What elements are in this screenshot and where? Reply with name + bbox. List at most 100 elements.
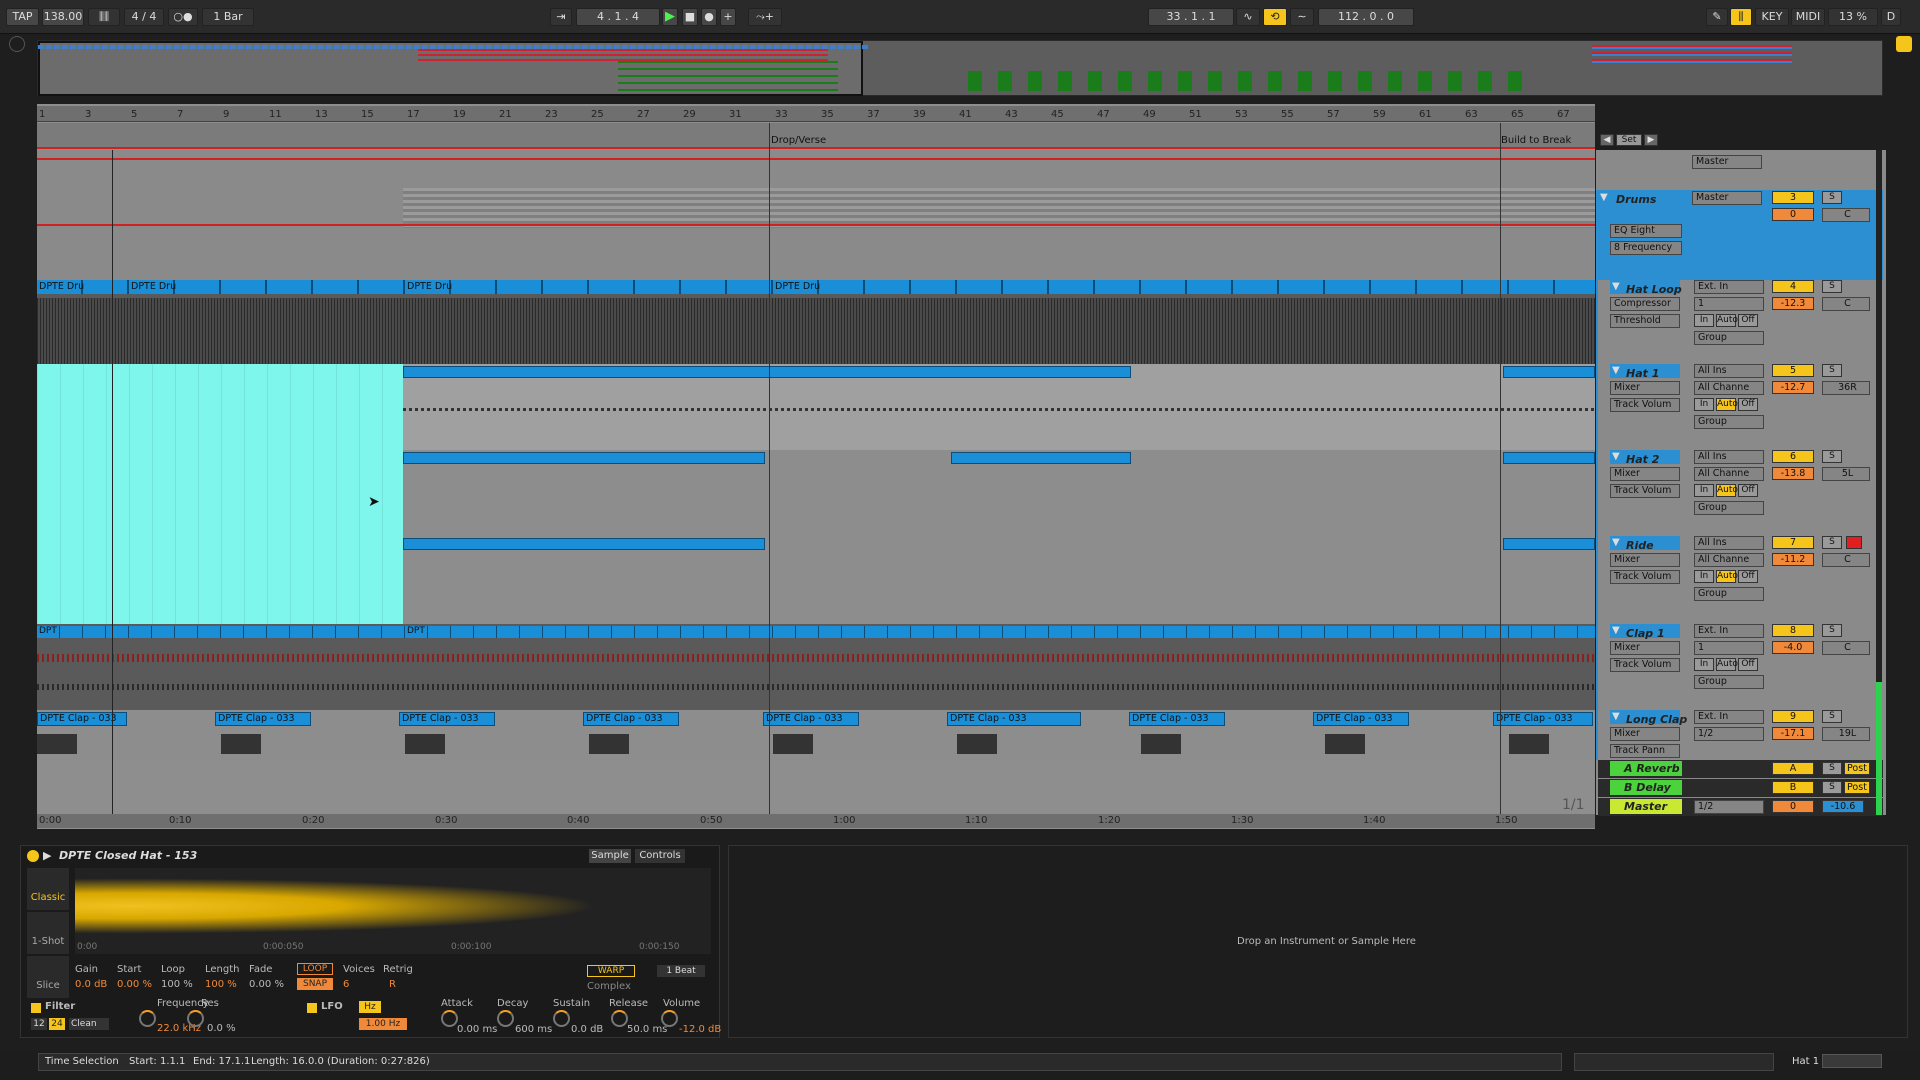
decay-value[interactable]: 600 ms xyxy=(515,1024,552,1035)
lfo-hz-button[interactable]: Hz xyxy=(359,1001,381,1013)
time-signature[interactable]: 4 / 4 xyxy=(124,8,164,26)
quantize-select[interactable]: 1 Bar xyxy=(202,8,254,26)
post-button[interactable]: Post xyxy=(1844,762,1870,775)
hat-loop-track-header[interactable]: ▼ Hat Loop Compressor Threshold Ext. In … xyxy=(1598,280,1883,364)
loop-brace[interactable] xyxy=(37,147,1595,149)
tab-sample[interactable]: Sample xyxy=(589,849,631,863)
device-select[interactable]: Mixer xyxy=(1610,381,1680,395)
volume-value[interactable]: -12.0 dB xyxy=(679,1024,721,1035)
monitor-off[interactable]: Off xyxy=(1738,398,1758,411)
draw-mode-icon[interactable]: ⤳+ xyxy=(748,8,782,26)
param-select[interactable]: Track Volum xyxy=(1610,484,1680,498)
mode-classic[interactable]: Classic xyxy=(27,868,69,910)
track-name[interactable]: Ride xyxy=(1626,539,1654,552)
record-quantize-icon[interactable]: ○● xyxy=(168,8,198,26)
release-knob[interactable] xyxy=(611,1010,628,1027)
set-locator-button[interactable]: Set xyxy=(1616,134,1642,146)
hat2-track-header[interactable]: ▼ Hat 2 Mixer Track Volum All Ins All Ch… xyxy=(1598,450,1883,536)
pan-field[interactable]: C xyxy=(1822,208,1870,222)
pan-field[interactable]: 5L xyxy=(1822,467,1870,481)
loop-length-field[interactable]: 112 . 0 . 0 xyxy=(1318,8,1414,26)
monitor-in[interactable]: In xyxy=(1694,314,1714,327)
hat1-track-header[interactable]: ▼ Hat 1 Mixer Track Volum All Ins All Ch… xyxy=(1598,364,1883,450)
param-select[interactable]: 8 Frequency xyxy=(1610,241,1682,255)
channel-select[interactable]: All Channe xyxy=(1694,381,1764,395)
clip[interactable]: DPTE Clap - 033 xyxy=(583,712,679,726)
device-select[interactable]: EQ Eight xyxy=(1610,224,1682,238)
fold-icon[interactable]: ▼ xyxy=(1612,451,1620,462)
input-select[interactable]: Ext. In xyxy=(1694,710,1764,724)
monitor-off[interactable]: Off xyxy=(1738,314,1758,327)
midi-clip[interactable] xyxy=(1503,538,1595,550)
track-name[interactable]: Master xyxy=(1624,800,1667,813)
channel-select[interactable]: 1/2 xyxy=(1694,727,1764,741)
fold-icon[interactable]: ▼ xyxy=(1600,192,1608,203)
channel-select[interactable]: All Channe xyxy=(1694,467,1764,481)
channel-select[interactable]: All Channe xyxy=(1694,553,1764,567)
tempo-field[interactable]: 138.00 xyxy=(42,8,84,26)
pan-field[interactable]: 19L xyxy=(1822,727,1870,741)
ride-track-header[interactable]: ▼ Ride Mixer Track Volum All Ins All Cha… xyxy=(1598,536,1883,624)
clip[interactable]: DPTE Clap - 033 xyxy=(37,712,127,726)
prev-locator-icon[interactable]: ◀ xyxy=(1600,134,1614,146)
volume-field[interactable]: 0 xyxy=(1772,800,1814,813)
post-button[interactable]: Post xyxy=(1844,781,1870,794)
loop-button[interactable]: LOOP xyxy=(297,963,333,975)
stop-icon[interactable]: ■ xyxy=(682,8,698,26)
solo-button[interactable]: S xyxy=(1822,710,1842,723)
input-select[interactable]: Ext. In xyxy=(1694,280,1764,294)
device-select[interactable]: Mixer xyxy=(1610,553,1680,567)
monitor-in[interactable]: In xyxy=(1694,570,1714,583)
solo-button[interactable]: S xyxy=(1822,762,1842,775)
track-name[interactable]: Clap 1 xyxy=(1626,627,1665,640)
clip[interactable]: DPTE Clap - 033 xyxy=(1493,712,1593,726)
midi-clip[interactable] xyxy=(1503,452,1595,464)
input-select[interactable]: All Ins xyxy=(1694,536,1764,550)
retrig-value[interactable]: R xyxy=(389,979,396,990)
track-number[interactable]: 7 xyxy=(1772,536,1814,549)
release-value[interactable]: 50.0 ms xyxy=(627,1024,667,1035)
position-field[interactable]: 4 . 1 . 4 xyxy=(576,8,660,26)
pan-field[interactable]: -10.6 xyxy=(1822,800,1864,813)
output-select[interactable]: 1/2 xyxy=(1694,800,1764,814)
warp-mode[interactable]: Complex xyxy=(587,981,631,992)
slope-12[interactable]: 12 xyxy=(31,1018,47,1030)
length-value[interactable]: 100 % xyxy=(205,979,237,990)
pan-field[interactable]: C xyxy=(1822,553,1870,567)
monitor-auto[interactable]: Auto xyxy=(1716,484,1738,497)
solo-button[interactable]: S xyxy=(1822,536,1842,549)
tap-button[interactable]: TAP xyxy=(6,8,39,26)
punch-out-icon[interactable]: ∼ xyxy=(1290,8,1314,26)
locator-build-to-break[interactable]: Build to Break xyxy=(1501,135,1571,146)
playhead[interactable] xyxy=(112,150,113,815)
sample-waveform[interactable]: 0:00 0:00:050 0:00:100 0:00:150 xyxy=(75,868,711,954)
tab-controls[interactable]: Controls xyxy=(635,849,685,863)
input-select[interactable]: All Ins xyxy=(1694,364,1764,378)
start-value[interactable]: 0.00 % xyxy=(117,979,152,990)
pencil-icon[interactable]: ✎ xyxy=(1706,8,1728,26)
group-select[interactable]: Group xyxy=(1694,587,1764,601)
solo-button[interactable]: S xyxy=(1822,364,1842,377)
attack-value[interactable]: 0.00 ms xyxy=(457,1024,497,1035)
group-select[interactable]: Group xyxy=(1694,501,1764,515)
monitor-off[interactable]: Off xyxy=(1738,658,1758,671)
track-number[interactable]: 9 xyxy=(1772,710,1814,723)
clip[interactable]: DPTE Clap - 033 xyxy=(1313,712,1409,726)
attack-knob[interactable] xyxy=(441,1010,458,1027)
volume-field[interactable]: 0 xyxy=(1772,208,1814,221)
return-letter[interactable]: A xyxy=(1772,762,1814,775)
output-select[interactable]: Master xyxy=(1692,155,1762,169)
slope-24[interactable]: 24 xyxy=(49,1018,65,1030)
pan-field[interactable]: C xyxy=(1822,297,1870,311)
track-number[interactable]: 5 xyxy=(1772,364,1814,377)
clip[interactable]: DPTE Clap - 033 xyxy=(1129,712,1225,726)
track-name[interactable]: Hat 2 xyxy=(1626,453,1659,466)
track-name[interactable]: Hat Loop xyxy=(1626,283,1682,296)
solo-button[interactable]: S xyxy=(1822,280,1842,293)
loop-start-field[interactable]: 33 . 1 . 1 xyxy=(1148,8,1234,26)
locator-strip[interactable]: Drop/Verse Build to Break xyxy=(37,123,1595,149)
frequency-knob[interactable] xyxy=(139,1010,156,1027)
midi-clip[interactable] xyxy=(403,366,1131,378)
automation-line[interactable] xyxy=(37,158,1595,160)
track-name[interactable]: Drums xyxy=(1616,193,1656,206)
